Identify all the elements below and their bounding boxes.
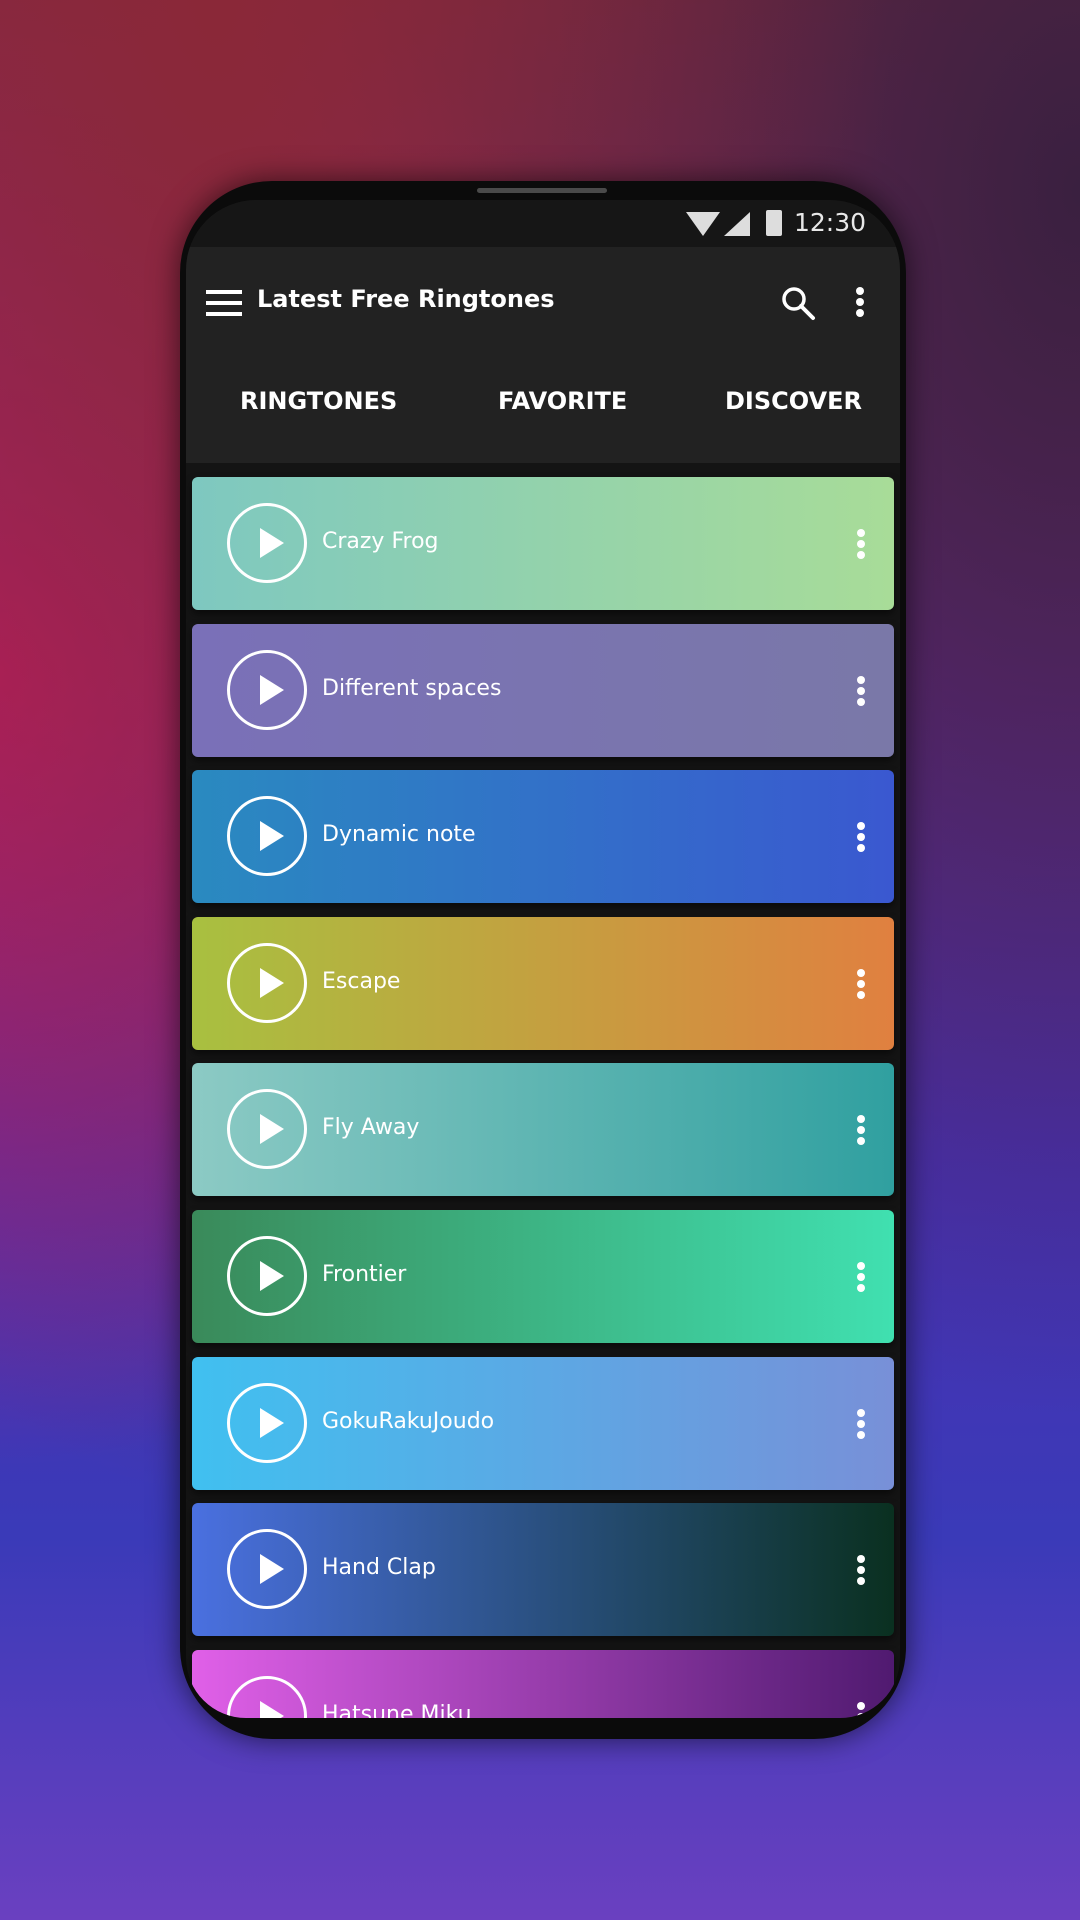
more-vert-icon[interactable] — [857, 675, 865, 706]
app-bar: Latest Free Ringtones RINGTONES FAVORITE… — [186, 247, 900, 463]
ringtone-item[interactable]: GokuRakuJoudo — [192, 1356, 894, 1490]
ringtone-item[interactable]: Fly Away — [192, 1063, 894, 1197]
more-vert-icon[interactable] — [857, 1408, 865, 1439]
more-vert-icon[interactable] — [857, 1701, 865, 1718]
play-icon[interactable] — [227, 649, 307, 730]
tab-favorite[interactable]: FAVORITE — [498, 387, 627, 415]
play-icon[interactable] — [227, 1382, 307, 1463]
more-vert-icon[interactable] — [857, 1115, 865, 1146]
ringtone-name: Different spaces — [322, 675, 502, 701]
ringtone-item[interactable]: Dynamic note — [192, 770, 894, 904]
signal-icon — [724, 212, 750, 236]
play-icon[interactable] — [227, 796, 307, 877]
play-icon[interactable] — [227, 1236, 307, 1316]
ringtone-name: Escape — [322, 968, 401, 994]
play-icon[interactable] — [227, 1089, 307, 1170]
ringtone-item[interactable]: Hand Clap — [192, 1503, 894, 1637]
phone-speaker — [477, 188, 607, 193]
play-icon[interactable] — [227, 1529, 307, 1610]
more-vert-icon[interactable] — [857, 1262, 865, 1292]
more-vert-icon[interactable] — [856, 287, 864, 317]
ringtone-name: Dynamic note — [322, 822, 476, 848]
ringtone-name: Crazy Frog — [322, 529, 439, 554]
battery-icon — [766, 210, 782, 236]
more-vert-icon[interactable] — [857, 822, 865, 853]
ringtone-item[interactable]: Hatsune Miku — [192, 1649, 894, 1718]
ringtone-list: Crazy Frog Different spaces Dynamic note… — [186, 463, 900, 1718]
play-icon[interactable] — [227, 1675, 307, 1718]
ringtone-item[interactable]: Frontier — [192, 1210, 894, 1343]
ringtone-name: GokuRakuJoudo — [322, 1408, 495, 1434]
ringtone-name: Hand Clap — [322, 1555, 436, 1581]
menu-icon[interactable] — [206, 290, 242, 316]
ringtone-item[interactable]: Crazy Frog — [192, 477, 894, 610]
ringtone-name: Fly Away — [322, 1115, 420, 1141]
app-screen: 12:30 Latest Free Ringtones RINGTONES FA… — [186, 200, 900, 1718]
more-vert-icon[interactable] — [857, 968, 865, 999]
status-time: 12:30 — [793, 208, 866, 237]
tab-ringtones[interactable]: RINGTONES — [240, 387, 397, 415]
ringtone-name: Hatsune Miku — [322, 1701, 472, 1718]
ringtone-name: Frontier — [322, 1262, 407, 1287]
search-icon[interactable] — [780, 285, 816, 321]
play-icon[interactable] — [227, 942, 307, 1023]
more-vert-icon[interactable] — [857, 1555, 865, 1586]
ringtone-item[interactable]: Different spaces — [192, 623, 894, 757]
ringtone-item[interactable]: Escape — [192, 916, 894, 1050]
status-bar: 12:30 — [186, 200, 900, 247]
app-title: Latest Free Ringtones — [257, 285, 555, 313]
more-vert-icon[interactable] — [857, 529, 865, 559]
play-icon[interactable] — [227, 503, 307, 583]
wifi-icon — [686, 212, 720, 236]
tab-discover[interactable]: DISCOVER — [725, 387, 862, 415]
